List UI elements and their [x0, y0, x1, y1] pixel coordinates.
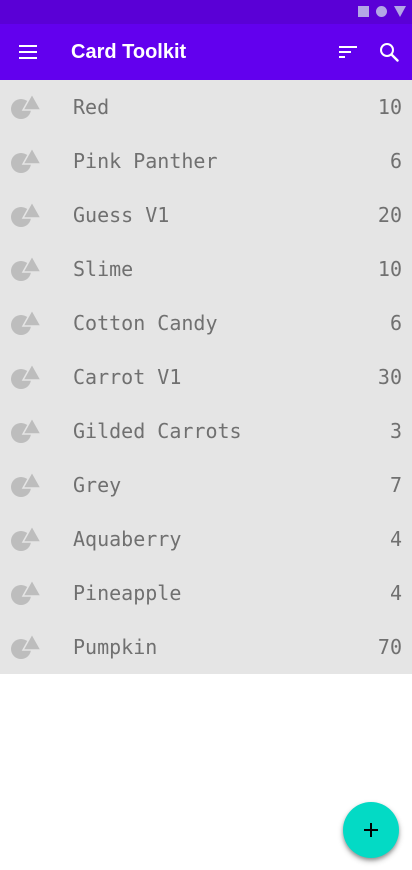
list-item[interactable]: Guess V1 20	[0, 188, 412, 242]
search-icon	[380, 43, 399, 62]
list-item-count: 10	[377, 257, 402, 281]
list-item-count: 6	[389, 311, 402, 335]
sort-icon	[339, 46, 357, 58]
list-item-count: 4	[389, 527, 402, 551]
app-bar: Card Toolkit	[0, 24, 412, 80]
list-item-count: 7	[389, 473, 402, 497]
list-item-name: Aquaberry	[73, 527, 182, 551]
shapes-icon	[11, 255, 42, 281]
list-item-name: Pineapple	[73, 581, 182, 605]
menu-button[interactable]	[10, 34, 46, 70]
list-item-name: Grey	[73, 473, 122, 497]
shapes-icon	[11, 471, 42, 497]
list-item-name: Slime	[73, 257, 134, 281]
shapes-icon	[11, 93, 42, 119]
list-item-name: Cotton Candy	[73, 311, 218, 335]
list-item[interactable]: Pumpkin 70	[0, 620, 412, 674]
list-item-name: Pumpkin	[73, 635, 158, 659]
shapes-icon	[11, 363, 42, 389]
list-item[interactable]: Gilded Carrots 3	[0, 404, 412, 458]
list-item-name: Guess V1	[73, 203, 170, 227]
status-bar	[0, 0, 412, 24]
list-item-count: 3	[389, 419, 402, 443]
hamburger-menu-icon	[19, 45, 37, 59]
list-item-name: Pink Panther	[73, 149, 218, 173]
list-item-name: Red	[73, 95, 110, 119]
status-icons	[358, 6, 406, 17]
add-icon	[364, 823, 378, 837]
shapes-icon	[11, 417, 42, 443]
shapes-icon	[11, 525, 42, 551]
list-item-count: 10	[377, 95, 402, 119]
sort-button[interactable]	[330, 34, 366, 70]
list-item-count: 20	[377, 203, 402, 227]
shapes-icon	[11, 201, 42, 227]
list-item-name: Gilded Carrots	[73, 419, 242, 443]
list-item-name: Carrot V1	[73, 365, 182, 389]
search-button[interactable]	[371, 34, 407, 70]
triangle-icon	[394, 6, 406, 17]
list-item-count: 6	[389, 149, 402, 173]
list-item[interactable]: Aquaberry 4	[0, 512, 412, 566]
list-item[interactable]: Carrot V1 30	[0, 350, 412, 404]
list-item-count: 70	[377, 635, 402, 659]
list-item[interactable]: Pineapple 4	[0, 566, 412, 620]
list-item[interactable]: Grey 7	[0, 458, 412, 512]
list-item[interactable]: Red 10	[0, 80, 412, 134]
app-title: Card Toolkit	[71, 41, 187, 63]
shapes-icon	[11, 147, 42, 173]
list-item[interactable]: Cotton Candy 6	[0, 296, 412, 350]
list-item-count: 4	[389, 581, 402, 605]
circle-icon	[376, 6, 387, 17]
list-item[interactable]: Pink Panther 6	[0, 134, 412, 188]
card-list: Red 10 Pink Panther 6 Guess V1 20 Slime …	[0, 80, 412, 674]
add-card-button[interactable]	[343, 802, 399, 858]
shapes-icon	[11, 633, 42, 659]
list-item-count: 30	[377, 365, 402, 389]
list-item[interactable]: Slime 10	[0, 242, 412, 296]
shapes-icon	[11, 579, 42, 605]
shapes-icon	[11, 309, 42, 335]
square-icon	[358, 6, 369, 17]
